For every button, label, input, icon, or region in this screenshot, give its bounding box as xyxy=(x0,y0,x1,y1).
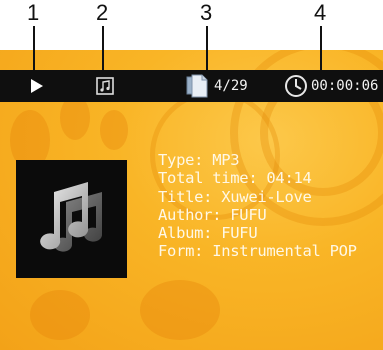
callout-line-3 xyxy=(206,26,208,70)
music-file-icon xyxy=(96,77,114,95)
decorative-dot xyxy=(30,290,90,340)
mode-indicator[interactable] xyxy=(96,70,114,102)
decorative-dot xyxy=(140,280,220,340)
clock-icon xyxy=(285,75,307,97)
status-bar: 4/29 00:00:06 xyxy=(0,70,383,102)
callout-1: 1 xyxy=(27,0,40,25)
callout-2: 2 xyxy=(96,0,109,25)
callout-line-2 xyxy=(102,26,104,70)
info-title: Title: Xuwei-Love xyxy=(158,187,312,206)
info-total-time: Total time: 04:14 xyxy=(158,169,312,188)
info-form: Form: Instrumental POP xyxy=(158,242,357,261)
track-counter-text: 4/29 xyxy=(214,78,248,94)
callout-4: 4 xyxy=(314,0,327,25)
album-art xyxy=(16,160,127,278)
play-state[interactable] xyxy=(30,70,44,102)
callout-line-4 xyxy=(320,26,322,70)
info-type: Type: MP3 xyxy=(158,151,240,169)
document-icon xyxy=(186,74,208,98)
play-icon xyxy=(31,79,43,93)
music-notes-icon xyxy=(40,182,103,252)
info-album: Album: FUFU xyxy=(158,224,258,243)
elapsed-time: 00:00:06 xyxy=(311,78,379,94)
decorative-dot xyxy=(100,110,128,150)
elapsed-clock: 00:00:06 xyxy=(284,70,378,102)
info-author: Author: FUFU xyxy=(158,205,267,224)
track-counter: 4/29 xyxy=(186,70,248,102)
callout-3: 3 xyxy=(200,0,213,25)
callout-line-1 xyxy=(33,26,35,70)
track-info: Type: MP3 Total time: 04:14 Title: Xuwei… xyxy=(158,151,357,261)
